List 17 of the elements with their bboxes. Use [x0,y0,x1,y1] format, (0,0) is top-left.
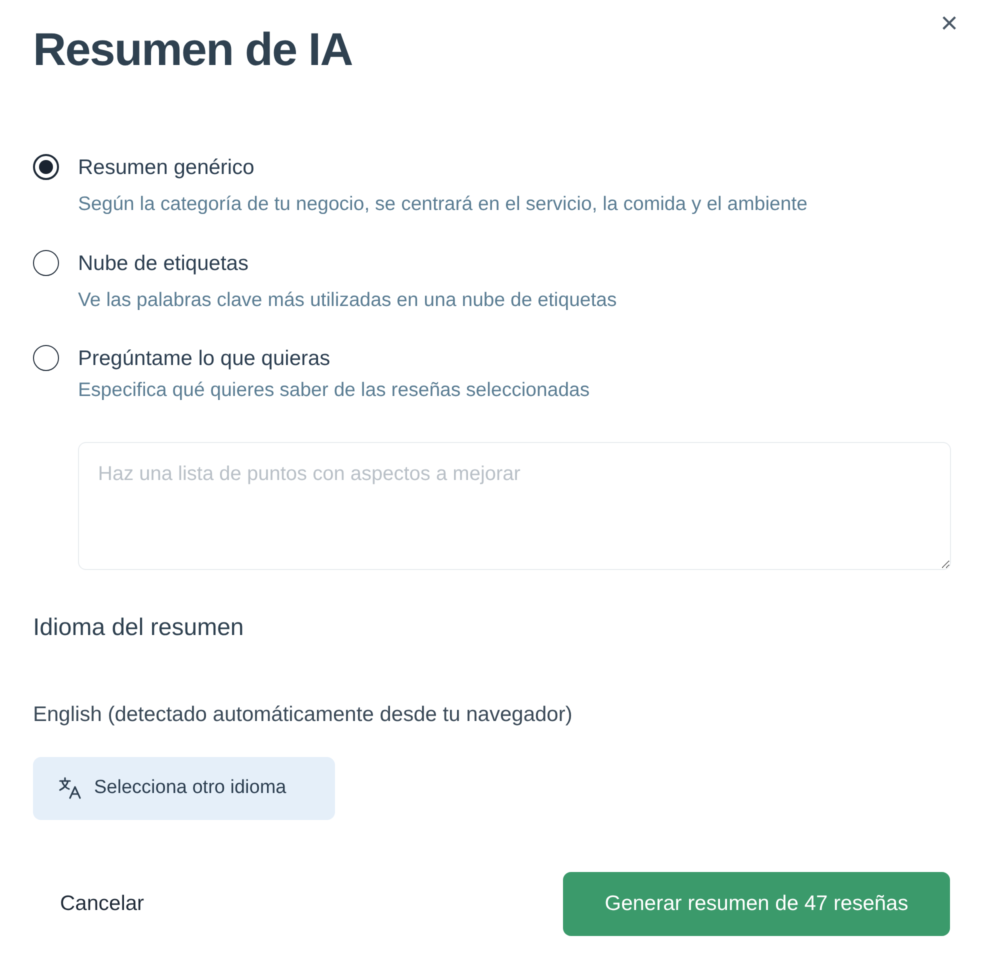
option-description: Especifica qué quieres saber de las reseñas seleccionadas [78,378,590,402]
language-button[interactable]: Selecciona otro idioma [33,756,335,820]
radio-button[interactable] [33,154,59,180]
close-button[interactable]: × [934,8,964,40]
cancel-button[interactable]: Cancelar [33,878,172,930]
option-description: Ve las palabras clave más utilizadas en una nube de etiquetas [78,288,617,312]
radio-button[interactable] [33,250,59,276]
section-heading: Idioma del resumen [33,614,245,644]
option-label[interactable]: Resumen genérico [78,156,254,180]
detected-language-text: English (detectado automáticamente desde tu navegador) [33,702,574,728]
translate-icon [58,776,82,800]
option-label[interactable]: Nube de etiquetas [78,252,248,275]
radio-button[interactable] [33,344,59,371]
question-field[interactable]: Haz una lista de puntos con aspectos a mejorar [78,442,951,570]
option-label[interactable]: Pregúntame lo que quieras [78,346,330,370]
dialog-title: Resumen de IA [33,22,354,77]
option-description: Según la categoría de tu negocio, se centrará en el servicio, la comida y el ambiente [78,193,808,217]
